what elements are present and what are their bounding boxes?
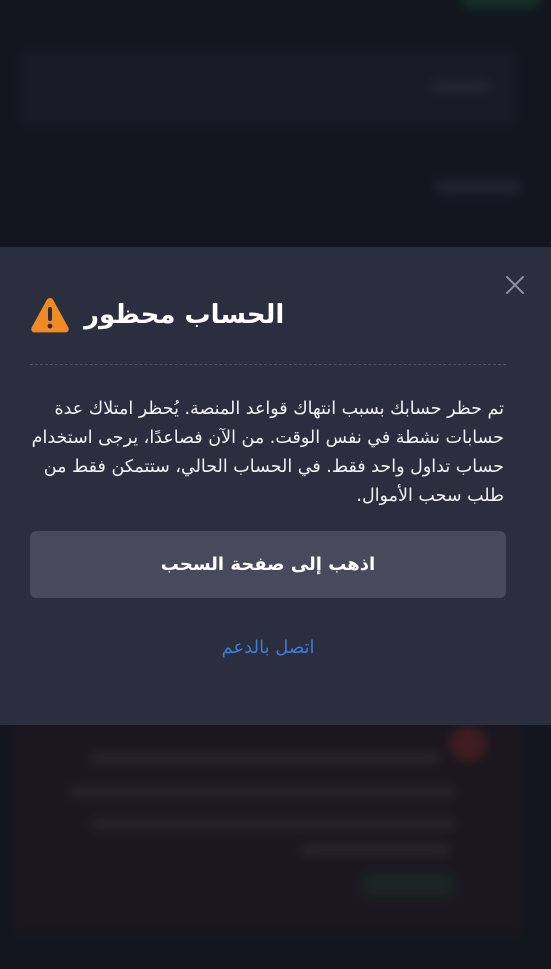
contact-support-link[interactable]: اتصل بالدعم (0, 632, 536, 662)
modal-title: الحساب محظور (84, 300, 285, 330)
modal-header: الحساب محظور (30, 293, 510, 337)
go-to-withdrawal-button[interactable]: اذهب إلى صفحة السحب (30, 531, 506, 598)
header-divider (30, 364, 506, 365)
app-screen: الحساب محظور تم حظر حسابك بسبب انتهاك قو… (0, 0, 551, 969)
modal-message: تم حظر حسابك بسبب انتهاك قواعد المنصة. ي… (31, 399, 504, 506)
warning-triangle-icon (31, 298, 69, 333)
